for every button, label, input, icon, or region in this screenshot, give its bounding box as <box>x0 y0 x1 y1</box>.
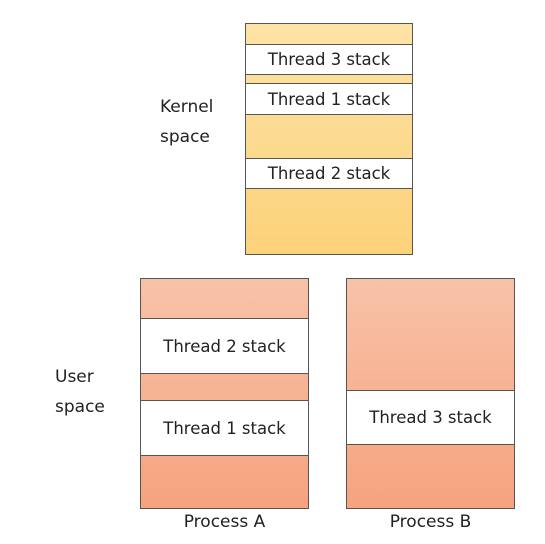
process-a-thread-2-stack: Thread 2 stack <box>141 318 308 374</box>
kernel-space-block: Thread 3 stack Thread 1 stack Thread 2 s… <box>245 23 413 255</box>
process-b-block: Thread 3 stack <box>346 278 515 509</box>
kernel-thread-1-stack: Thread 1 stack <box>246 83 412 115</box>
process-b-label: Process B <box>389 512 472 532</box>
process-a-thread-1-stack: Thread 1 stack <box>141 400 308 456</box>
kernel-space-label: Kernel space <box>160 92 213 152</box>
kernel-thread-3-stack: Thread 3 stack <box>246 44 412 75</box>
user-space-label: User space <box>55 362 105 422</box>
process-a-block: Thread 2 stack Thread 1 stack <box>140 278 309 509</box>
process-a-label: Process A <box>183 512 266 532</box>
kernel-label-line1: Kernel <box>160 97 214 117</box>
user-label-line1: User <box>55 367 94 387</box>
kernel-thread-2-stack: Thread 2 stack <box>246 158 412 189</box>
kernel-label-line2: space <box>160 127 210 147</box>
user-label-line2: space <box>55 397 105 417</box>
process-b-thread-3-stack: Thread 3 stack <box>347 390 514 445</box>
